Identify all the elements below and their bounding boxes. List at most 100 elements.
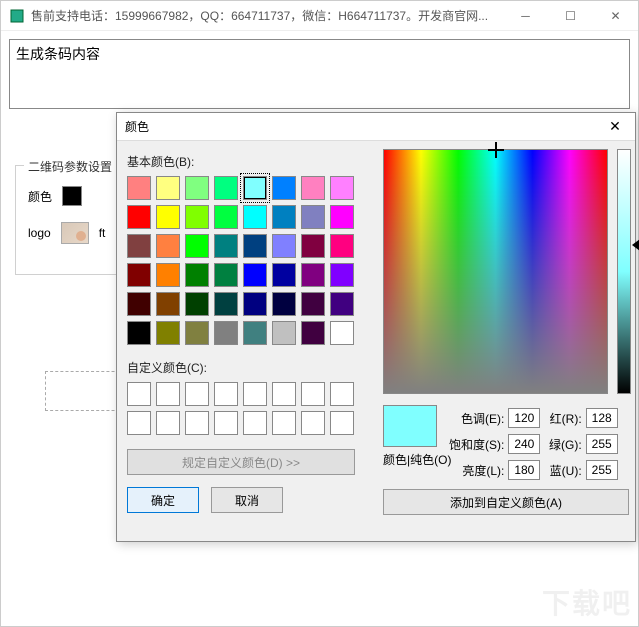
maximize-button[interactable]: ☐ — [548, 1, 593, 31]
custom-color-swatch[interactable] — [127, 411, 151, 435]
basic-color-swatch[interactable] — [185, 321, 209, 345]
basic-color-swatch[interactable] — [272, 263, 296, 287]
basic-color-swatch[interactable] — [156, 263, 180, 287]
ok-button[interactable]: 确定 — [127, 487, 199, 513]
sat-input[interactable] — [508, 434, 540, 454]
basic-colors-grid — [127, 176, 375, 345]
lum-label: 亮度(L): — [462, 462, 504, 479]
color-dialog-title: 颜色 — [125, 118, 595, 135]
left-pane: 基本颜色(B): 自定义颜色(C): 规定自定义颜色(D) >> 确定 取消 — [127, 149, 375, 513]
basic-color-swatch[interactable] — [127, 263, 151, 287]
barcode-content-input[interactable] — [9, 39, 630, 109]
main-title: 售前支持电话：15999667982，QQ：664711737，微信：H6647… — [31, 7, 503, 24]
basic-color-swatch[interactable] — [301, 292, 325, 316]
basic-color-swatch[interactable] — [301, 234, 325, 258]
custom-color-swatch[interactable] — [214, 382, 238, 406]
basic-color-swatch[interactable] — [272, 292, 296, 316]
basic-color-swatch[interactable] — [301, 321, 325, 345]
hue-input[interactable] — [508, 408, 540, 428]
basic-color-swatch[interactable] — [272, 205, 296, 229]
sat-label: 饱和度(S): — [449, 436, 504, 453]
color-dialog-titlebar: 颜色 ✕ — [117, 113, 635, 141]
basic-color-swatch[interactable] — [156, 205, 180, 229]
close-button[interactable]: ✕ — [593, 1, 638, 31]
basic-color-swatch[interactable] — [330, 321, 354, 345]
define-custom-color-button[interactable]: 规定自定义颜色(D) >> — [127, 449, 355, 475]
color-gradient-picker[interactable] — [383, 149, 608, 394]
add-to-custom-button[interactable]: 添加到自定义颜色(A) — [383, 489, 629, 515]
qr-settings-title: 二维码参数设置 — [24, 158, 116, 175]
basic-color-swatch[interactable] — [243, 234, 267, 258]
cancel-button[interactable]: 取消 — [211, 487, 283, 513]
basic-color-swatch[interactable] — [272, 234, 296, 258]
basic-colors-label: 基本颜色(B): — [127, 153, 375, 170]
custom-color-swatch[interactable] — [301, 382, 325, 406]
minimize-button[interactable]: ─ — [503, 1, 548, 31]
basic-color-swatch[interactable] — [185, 263, 209, 287]
basic-color-swatch[interactable] — [127, 321, 151, 345]
basic-color-swatch[interactable] — [330, 234, 354, 258]
basic-color-swatch[interactable] — [301, 263, 325, 287]
basic-color-swatch[interactable] — [214, 292, 238, 316]
custom-color-swatch[interactable] — [272, 411, 296, 435]
basic-color-swatch[interactable] — [185, 205, 209, 229]
b-input[interactable] — [586, 460, 618, 480]
basic-color-swatch[interactable] — [243, 263, 267, 287]
color-preview — [383, 405, 437, 447]
color-dialog-close-button[interactable]: ✕ — [595, 113, 635, 141]
watermark: 下载吧 — [542, 582, 632, 622]
basic-color-swatch[interactable] — [243, 292, 267, 316]
basic-color-swatch[interactable] — [156, 176, 180, 200]
b-label: 蓝(U): — [550, 462, 582, 479]
basic-color-swatch[interactable] — [185, 292, 209, 316]
g-label: 绿(G): — [549, 436, 582, 453]
custom-color-swatch[interactable] — [243, 411, 267, 435]
basic-color-swatch[interactable] — [127, 205, 151, 229]
basic-color-swatch[interactable] — [330, 176, 354, 200]
r-input[interactable] — [586, 408, 618, 428]
custom-color-swatch[interactable] — [185, 411, 209, 435]
basic-color-swatch[interactable] — [185, 234, 209, 258]
basic-color-swatch[interactable] — [214, 234, 238, 258]
basic-color-swatch[interactable] — [156, 321, 180, 345]
g-input[interactable] — [586, 434, 618, 454]
basic-color-swatch[interactable] — [156, 234, 180, 258]
custom-color-swatch[interactable] — [185, 382, 209, 406]
basic-color-swatch[interactable] — [243, 205, 267, 229]
basic-color-swatch[interactable] — [272, 321, 296, 345]
color-swatch[interactable] — [62, 186, 82, 206]
basic-color-swatch[interactable] — [127, 292, 151, 316]
basic-color-swatch[interactable] — [214, 321, 238, 345]
right-pane — [383, 149, 608, 394]
luminance-slider[interactable] — [617, 149, 631, 394]
basic-color-swatch[interactable] — [272, 176, 296, 200]
basic-color-swatch[interactable] — [214, 176, 238, 200]
basic-color-swatch[interactable] — [330, 292, 354, 316]
basic-color-swatch[interactable] — [127, 176, 151, 200]
custom-color-swatch[interactable] — [156, 382, 180, 406]
basic-color-swatch[interactable] — [243, 176, 267, 200]
basic-color-swatch[interactable] — [301, 176, 325, 200]
logo-thumbnail[interactable] — [61, 222, 89, 244]
custom-color-swatch[interactable] — [156, 411, 180, 435]
custom-color-swatch[interactable] — [127, 382, 151, 406]
custom-color-swatch[interactable] — [272, 382, 296, 406]
custom-color-swatch[interactable] — [243, 382, 267, 406]
custom-color-swatch[interactable] — [301, 411, 325, 435]
luminance-arrow-icon — [632, 239, 639, 251]
logo-filename: ft — [99, 226, 106, 240]
lum-input[interactable] — [508, 460, 540, 480]
color-label: 颜色 — [28, 188, 52, 205]
basic-color-swatch[interactable] — [127, 234, 151, 258]
basic-color-swatch[interactable] — [214, 205, 238, 229]
basic-color-swatch[interactable] — [214, 263, 238, 287]
custom-color-swatch[interactable] — [214, 411, 238, 435]
basic-color-swatch[interactable] — [243, 321, 267, 345]
custom-color-swatch[interactable] — [330, 411, 354, 435]
basic-color-swatch[interactable] — [330, 205, 354, 229]
basic-color-swatch[interactable] — [330, 263, 354, 287]
basic-color-swatch[interactable] — [185, 176, 209, 200]
basic-color-swatch[interactable] — [156, 292, 180, 316]
custom-color-swatch[interactable] — [330, 382, 354, 406]
basic-color-swatch[interactable] — [301, 205, 325, 229]
